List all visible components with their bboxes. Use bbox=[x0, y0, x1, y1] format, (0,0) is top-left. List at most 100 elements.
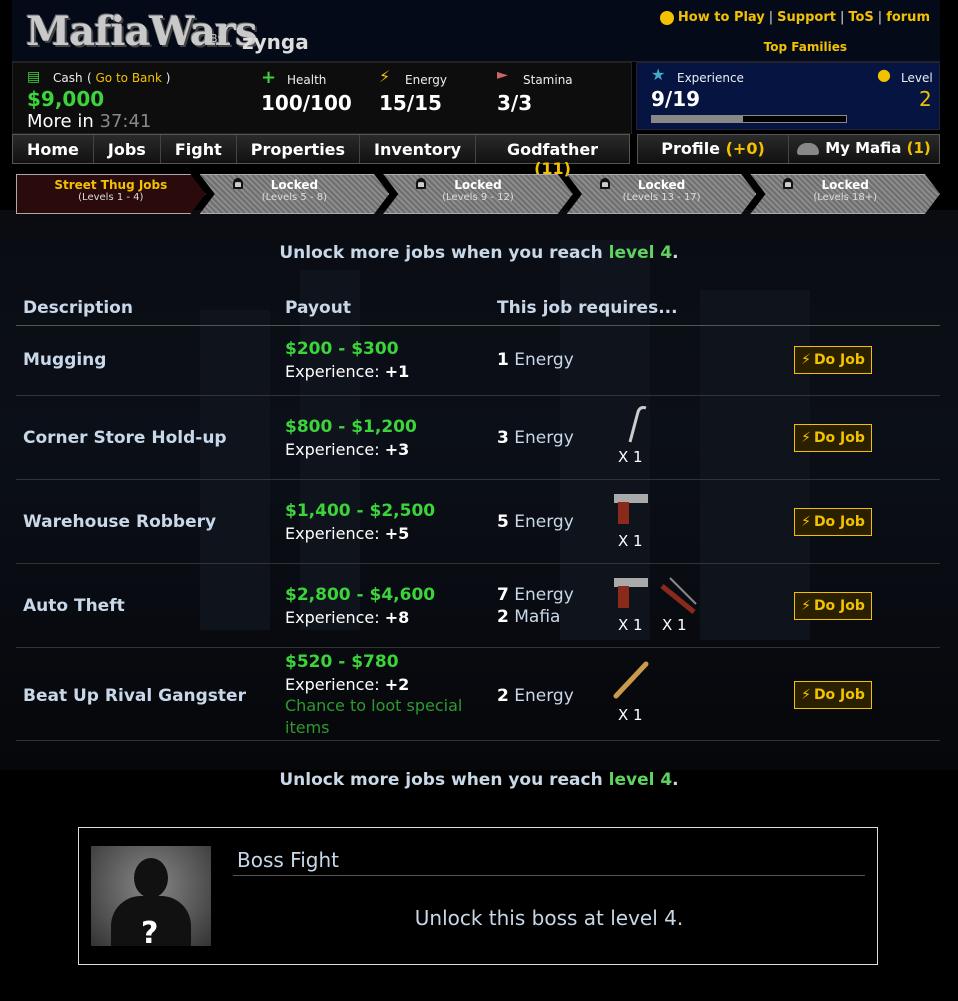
link-tos[interactable]: ToS bbox=[848, 10, 873, 25]
job-experience: Experience: +8 bbox=[285, 608, 409, 627]
do-job-label: Do Job bbox=[813, 430, 865, 446]
energy-amount: 3 bbox=[497, 428, 509, 448]
experience-bar-fill bbox=[652, 116, 744, 122]
job-row-mugging: Mugging $200 - $300 Experience: +1 1 Ene… bbox=[16, 326, 940, 396]
experience-panel: ★ Experience 9/19 ● Level 2 bbox=[636, 62, 940, 130]
tier-title: Locked bbox=[454, 178, 502, 192]
crowbar-icon bbox=[628, 406, 647, 443]
profile-count: (+0) bbox=[725, 139, 765, 158]
nav-godfather[interactable]: Godfather (11) bbox=[476, 135, 629, 178]
item-quantity: X 1 bbox=[618, 706, 643, 724]
jobs-table: Description Payout This job requires... … bbox=[16, 292, 940, 741]
job-name: Warehouse Robbery bbox=[23, 512, 217, 532]
nav-jobs[interactable]: Jobs bbox=[93, 135, 161, 163]
job-payout: $800 - $1,200 bbox=[285, 417, 417, 437]
do-job-label: Do Job bbox=[813, 352, 865, 368]
tier-locked-1[interactable]: Locked (Levels 5 - 8) bbox=[199, 174, 390, 214]
profile-label: Profile bbox=[661, 139, 721, 158]
experience-label: Experience bbox=[677, 71, 744, 85]
energy-unit: Energy bbox=[514, 428, 574, 448]
job-row-corner-store: Corner Store Hold-up $800 - $1,200 Exper… bbox=[16, 396, 940, 480]
energy-unit: Energy bbox=[514, 350, 574, 370]
unlock-level: level 4 bbox=[608, 243, 673, 263]
top-bar: MafiaWars By zynga ? How to Play | Support |… bbox=[12, 0, 940, 62]
more-in-timer: 37:41 bbox=[99, 111, 152, 132]
nav-home[interactable]: Home bbox=[13, 135, 94, 163]
health-label: Health bbox=[287, 73, 327, 87]
link-how-to-play[interactable]: How to Play bbox=[678, 10, 765, 25]
tier-levels: (Levels 1 - 4) bbox=[78, 192, 144, 203]
nav-my-mafia[interactable]: My Mafia (1) bbox=[789, 135, 939, 163]
job-requires-mafia: 2 Mafia bbox=[497, 607, 560, 627]
do-job-button[interactable]: ⚡ Do Job bbox=[794, 424, 872, 452]
secondary-nav: Profile (+0) My Mafia (1) bbox=[637, 134, 940, 164]
lightning-icon: ⚡ bbox=[801, 514, 811, 530]
experience-value: +8 bbox=[384, 608, 410, 627]
do-job-button[interactable]: ⚡ Do Job bbox=[794, 681, 872, 709]
lock-icon bbox=[416, 178, 427, 189]
experience-bar bbox=[651, 115, 847, 123]
tier-locked-3[interactable]: Locked (Levels 13 - 17) bbox=[566, 174, 757, 214]
unlock-period: . bbox=[672, 243, 679, 263]
nav-profile[interactable]: Profile (+0) bbox=[638, 135, 789, 163]
link-support[interactable]: Support bbox=[777, 10, 836, 25]
lightning-icon: ⚡ bbox=[801, 687, 811, 703]
tier-locked-2[interactable]: Locked (Levels 9 - 12) bbox=[383, 174, 573, 214]
nav-properties[interactable]: Properties bbox=[236, 135, 361, 163]
link-forum[interactable]: forum bbox=[886, 10, 930, 25]
boss-fight-panel: ? Boss Fight Unlock this boss at level 4… bbox=[78, 827, 878, 965]
mafia-amount: 2 bbox=[497, 607, 509, 627]
experience-value: +1 bbox=[384, 362, 410, 381]
energy-amount: 2 bbox=[497, 686, 509, 706]
job-requires-energy: 3 Energy bbox=[497, 428, 574, 448]
energy-label: Energy bbox=[405, 73, 448, 87]
boss-silhouette: ? bbox=[91, 846, 211, 946]
nav-inventory[interactable]: Inventory bbox=[360, 135, 477, 163]
more-in-label: More in bbox=[27, 111, 94, 132]
pistol-icon bbox=[614, 494, 648, 524]
tier-title: Locked bbox=[270, 178, 319, 192]
cash-icon: ▤ bbox=[27, 69, 41, 85]
job-experience: Experience: +2 bbox=[285, 675, 409, 694]
unlock-period: . bbox=[672, 770, 679, 790]
boss-fight-title: Boss Fight bbox=[237, 848, 339, 872]
lightning-icon: ⚡ bbox=[801, 598, 811, 614]
lock-icon bbox=[783, 178, 794, 189]
experience-label: Experience: bbox=[285, 524, 380, 543]
game-page: MafiaWars By zynga ? How to Play | Support |… bbox=[0, 0, 958, 1001]
cash-value: $9,000 bbox=[27, 87, 105, 111]
tier-title: Locked bbox=[637, 178, 686, 192]
tier-title: Street Thug Jobs bbox=[54, 178, 168, 192]
lock-icon bbox=[232, 178, 243, 189]
go-to-bank-link[interactable]: Go to Bank bbox=[96, 71, 162, 85]
lightning-icon: ⚡ bbox=[801, 352, 811, 368]
link-top-families[interactable]: Top Families bbox=[764, 40, 847, 54]
experience-value: 9/19 bbox=[651, 87, 701, 111]
level-label: Level bbox=[901, 71, 933, 85]
do-job-button[interactable]: ⚡ Do Job bbox=[794, 346, 872, 374]
tier-street-thug[interactable]: Street Thug Jobs (Levels 1 - 4) bbox=[16, 174, 206, 214]
experience-label: Experience: bbox=[285, 608, 380, 627]
energy-amount: 1 bbox=[497, 350, 509, 370]
more-in: More in 37:41 bbox=[27, 111, 151, 132]
my-mafia-count: (1) bbox=[906, 139, 931, 157]
do-job-button[interactable]: ⚡ Do Job bbox=[794, 508, 872, 536]
energy-unit: Energy bbox=[514, 686, 574, 706]
level-medal-icon: ● bbox=[877, 65, 891, 84]
experience-value: +3 bbox=[384, 440, 410, 459]
tier-title: Locked bbox=[821, 178, 869, 192]
boss-unlock-message: Unlock this boss at level 4. bbox=[414, 906, 684, 930]
divider bbox=[233, 875, 865, 876]
do-job-button[interactable]: ⚡ Do Job bbox=[794, 592, 872, 620]
tier-locked-4[interactable]: Locked (Levels 18+) bbox=[750, 174, 940, 214]
stamina-label: Stamina bbox=[523, 73, 573, 87]
pistol-icon bbox=[614, 578, 648, 608]
job-requires-energy: 5 Energy bbox=[497, 512, 574, 532]
job-payout: $2,800 - $4,600 bbox=[285, 585, 436, 605]
nav-fight[interactable]: Fight bbox=[160, 135, 237, 163]
job-name: Corner Store Hold-up bbox=[23, 428, 227, 448]
do-job-label: Do Job bbox=[813, 514, 865, 530]
job-row-warehouse: Warehouse Robbery $1,400 - $2,500 Experi… bbox=[16, 480, 940, 564]
baseball-bat-icon bbox=[613, 661, 649, 699]
job-name: Mugging bbox=[23, 350, 107, 370]
